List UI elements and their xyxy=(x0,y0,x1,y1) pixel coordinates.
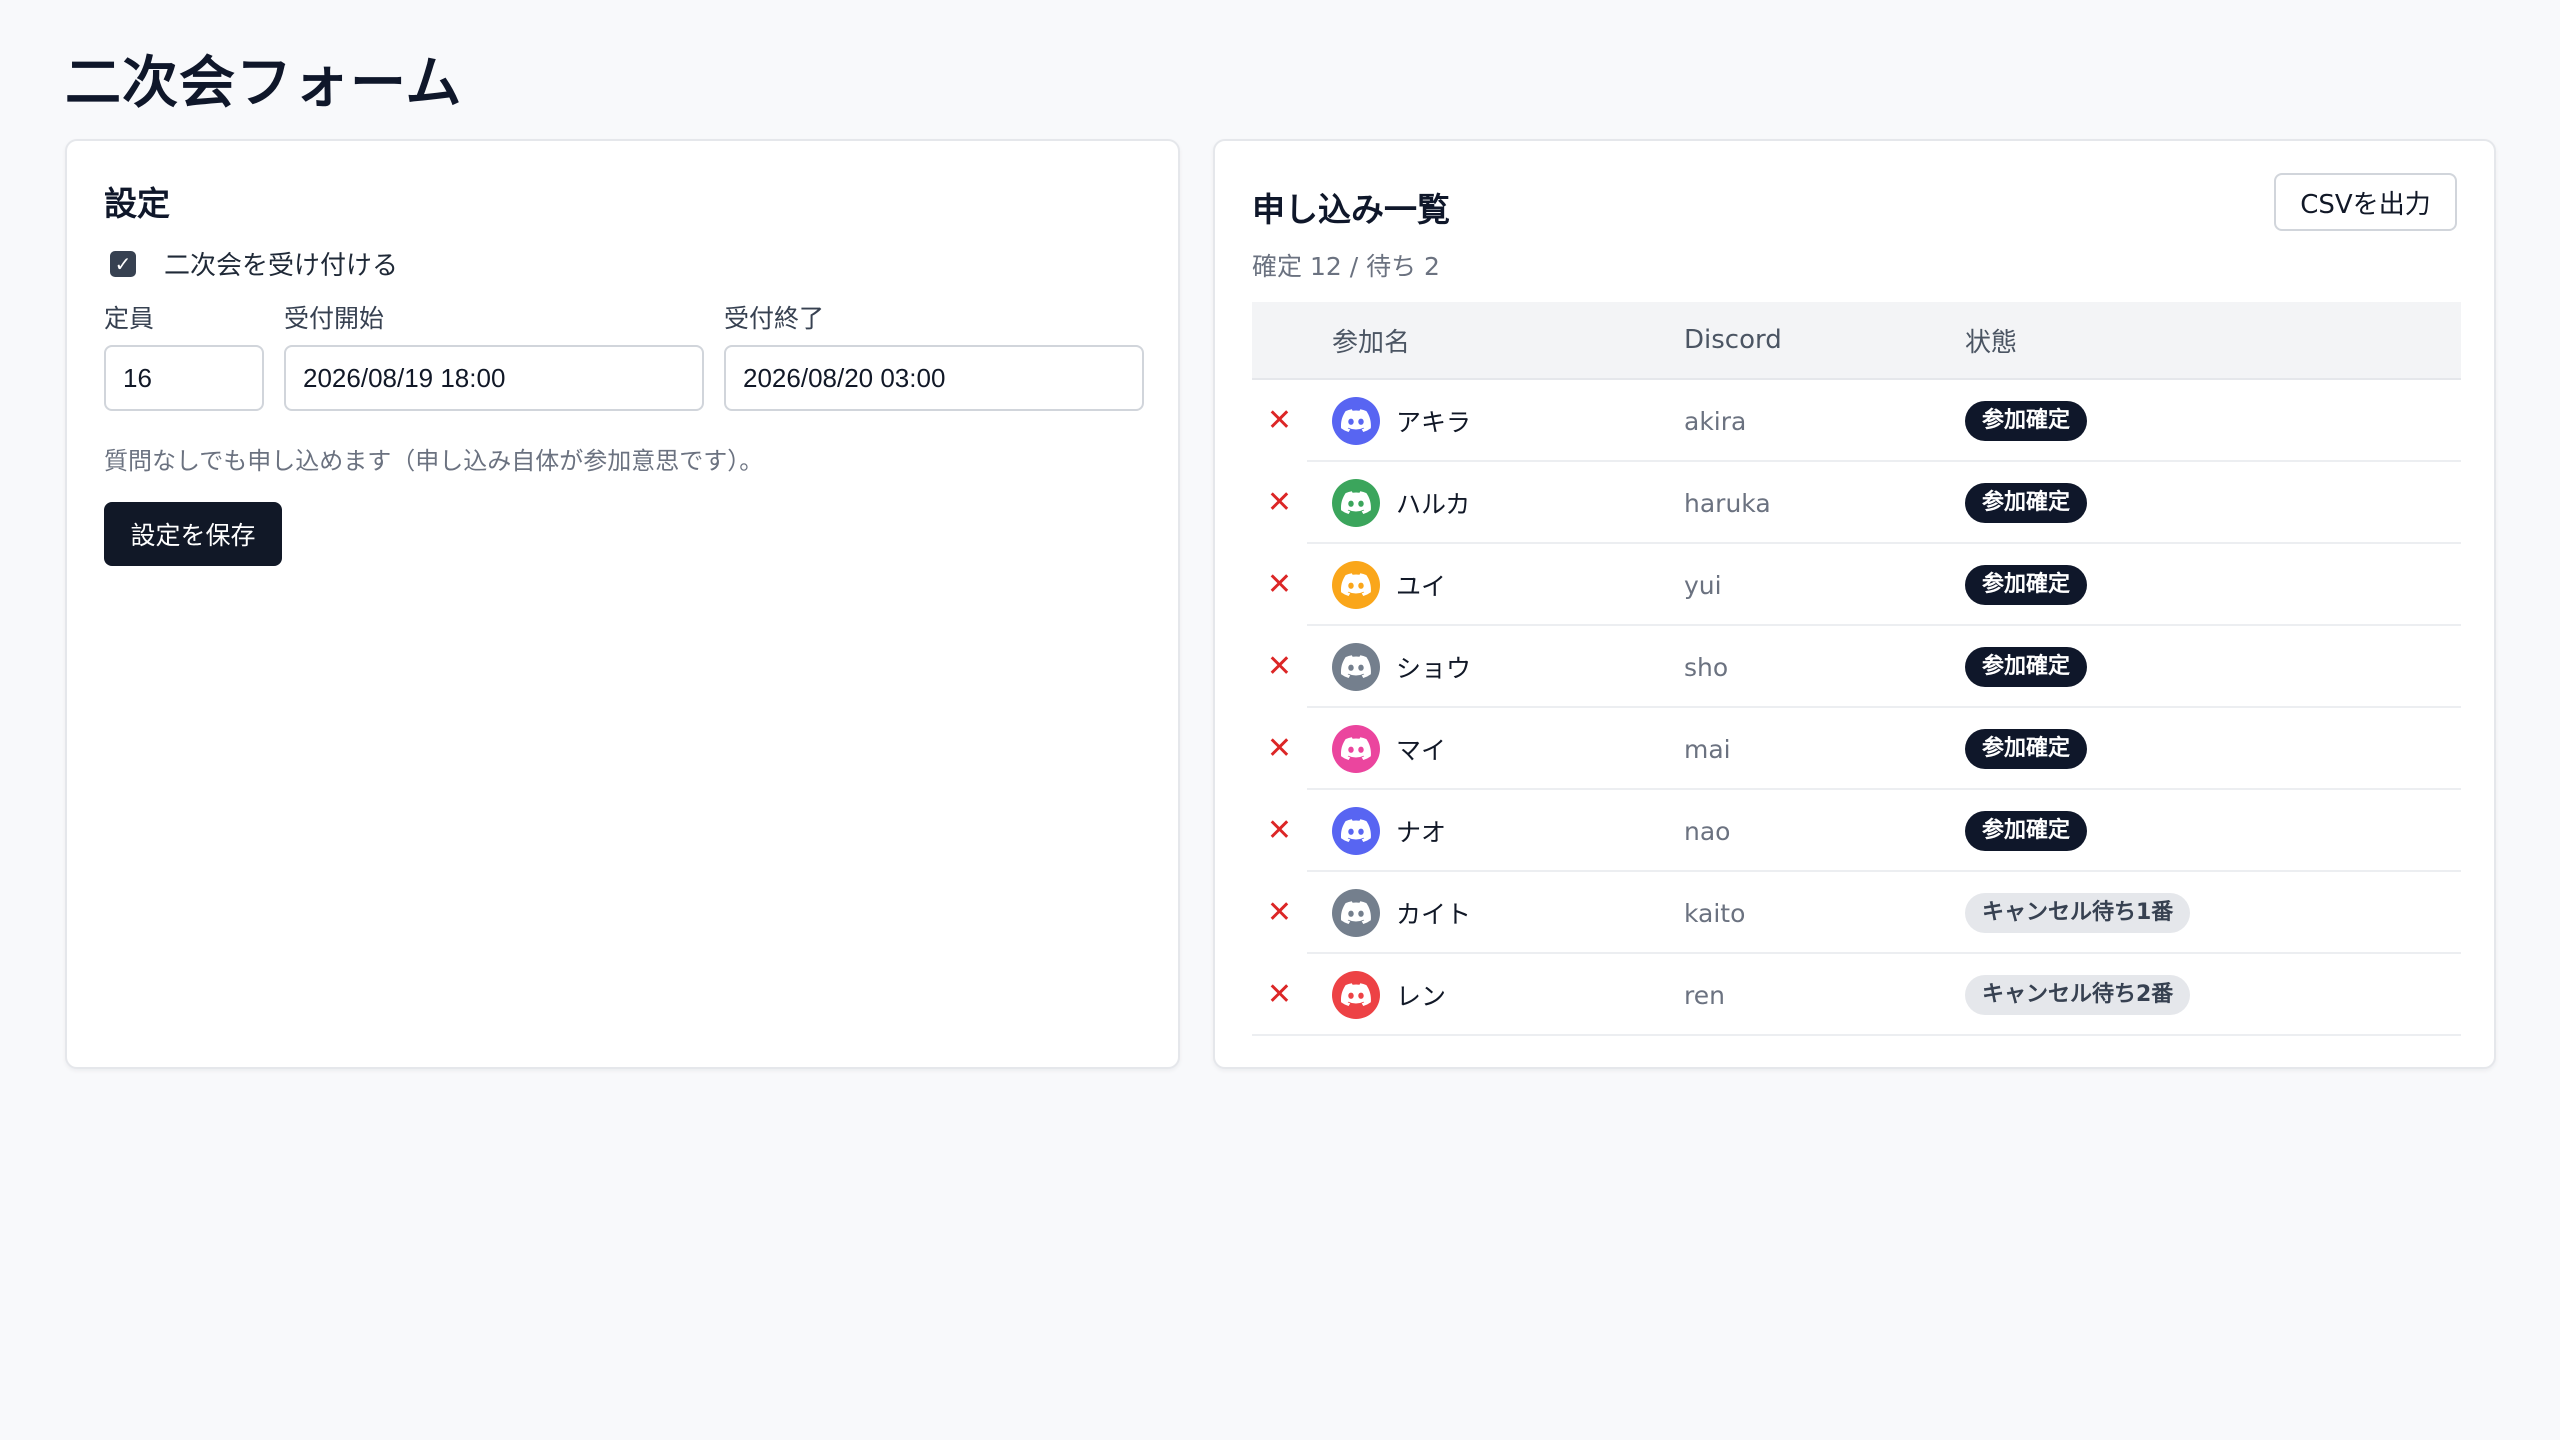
discord-handle: ren xyxy=(1684,980,1725,1010)
status-cell: 参加確定 xyxy=(1965,483,2088,523)
table-row: ✕ ハルカ haruka 参加確定 xyxy=(1252,462,2461,544)
status-cell: 参加確定 xyxy=(1965,811,2088,851)
end-input[interactable] xyxy=(724,345,1144,411)
save-settings-button[interactable]: 設定を保存 xyxy=(104,502,282,566)
accept-checkbox[interactable]: ✓ xyxy=(110,250,136,277)
status-badge: キャンセル待ち1番 xyxy=(1965,893,2191,933)
remove-icon[interactable]: ✕ xyxy=(1252,734,1307,764)
discord-icon xyxy=(1332,971,1380,1019)
discord-handle: sho xyxy=(1684,652,1729,682)
discord-logo xyxy=(1341,737,1371,760)
start-field-group: 受付開始 xyxy=(284,301,704,411)
table-row: ✕ レン ren キャンセル待ち2番 xyxy=(1252,954,2461,1036)
discord-logo xyxy=(1341,409,1371,432)
settings-card: 設定 ✓ 二次会を受け付ける 定員 受付開始 受付終了 質問なしでも申し込めます… xyxy=(65,139,1180,1069)
discord-handle: nao xyxy=(1684,816,1731,846)
participant-name: カイト xyxy=(1396,900,1472,929)
status-badge: 参加確定 xyxy=(1965,647,2088,687)
table-row: ✕ ユイ yui 参加確定 xyxy=(1252,544,2461,626)
status-badge: キャンセル待ち2番 xyxy=(1965,975,2191,1015)
status-cell: 参加確定 xyxy=(1965,565,2088,605)
participant-name: ナオ xyxy=(1396,818,1447,847)
discord-icon xyxy=(1332,643,1380,691)
check-icon: ✓ xyxy=(114,251,132,276)
discord-icon xyxy=(1332,889,1380,937)
accept-label: 二次会を受け付ける xyxy=(164,251,399,281)
start-input[interactable] xyxy=(284,345,704,411)
discord-icon xyxy=(1332,561,1380,609)
remove-icon[interactable]: ✕ xyxy=(1252,652,1307,682)
discord-logo xyxy=(1341,819,1371,842)
end-label: 受付終了 xyxy=(724,304,825,333)
end-field-group: 受付終了 xyxy=(724,301,1144,411)
discord-handle: yui xyxy=(1684,570,1722,600)
table-header: 参加名 Discord 状態 xyxy=(1252,302,2461,380)
status-cell: 参加確定 xyxy=(1965,729,2088,769)
discord-handle: haruka xyxy=(1684,488,1771,518)
capacity-input[interactable] xyxy=(104,345,264,411)
remove-icon[interactable]: ✕ xyxy=(1252,570,1307,600)
table-row: ✕ ナオ nao 参加確定 xyxy=(1252,790,2461,872)
participant-name: レン xyxy=(1396,982,1447,1011)
status-cell: キャンセル待ち2番 xyxy=(1965,975,2191,1015)
status-badge: 参加確定 xyxy=(1965,483,2088,523)
table-row: ✕ ショウ sho 参加確定 xyxy=(1252,626,2461,708)
remove-icon[interactable]: ✕ xyxy=(1252,406,1307,436)
participant-name: マイ xyxy=(1396,736,1447,765)
discord-icon xyxy=(1332,479,1380,527)
column-discord-header: Discord xyxy=(1684,325,1782,355)
status-cell: 参加確定 xyxy=(1965,401,2088,441)
discord-logo xyxy=(1341,983,1371,1006)
discord-handle: mai xyxy=(1684,734,1731,764)
table-body: ✕ アキラ akira 参加確定 ✕ ハルカ haruka 参加確定 ✕ ユイ … xyxy=(1252,380,2461,1036)
page: 二次会フォーム 設定 ✓ 二次会を受け付ける 定員 受付開始 受付終了 質問なし… xyxy=(0,0,2560,1440)
applications-table: 参加名 Discord 状態 ✕ アキラ akira 参加確定 ✕ ハルカ ha… xyxy=(1252,302,2461,1036)
discord-logo xyxy=(1341,573,1371,596)
discord-icon xyxy=(1332,397,1380,445)
applications-card: 申し込み一覧 CSVを出力 確定 12 / 待ち 2 参加名 Discord 状… xyxy=(1213,139,2496,1069)
discord-icon xyxy=(1332,807,1380,855)
remove-icon[interactable]: ✕ xyxy=(1252,488,1307,518)
status-cell: キャンセル待ち1番 xyxy=(1965,893,2191,933)
participant-name: ユイ xyxy=(1396,572,1447,601)
column-name-header: 参加名 xyxy=(1332,327,1411,358)
table-row: ✕ マイ mai 参加確定 xyxy=(1252,708,2461,790)
status-cell: 参加確定 xyxy=(1965,647,2088,687)
column-status-header: 状態 xyxy=(1965,327,2018,358)
applications-summary: 確定 12 / 待ち 2 xyxy=(1252,252,1440,281)
remove-icon[interactable]: ✕ xyxy=(1252,898,1307,928)
export-csv-button[interactable]: CSVを出力 xyxy=(2274,173,2457,231)
start-label: 受付開始 xyxy=(284,304,385,333)
table-row: ✕ カイト kaito キャンセル待ち1番 xyxy=(1252,872,2461,954)
remove-icon[interactable]: ✕ xyxy=(1252,816,1307,846)
discord-logo xyxy=(1341,491,1371,514)
capacity-field-group: 定員 xyxy=(104,301,264,411)
participant-name: ショウ xyxy=(1396,654,1472,683)
participant-name: ハルカ xyxy=(1396,490,1471,519)
applications-heading: 申し込み一覧 xyxy=(1252,190,1450,229)
page-title: 二次会フォーム xyxy=(65,51,463,116)
discord-logo xyxy=(1341,655,1371,678)
status-badge: 参加確定 xyxy=(1965,729,2088,769)
discord-handle: kaito xyxy=(1684,898,1746,928)
capacity-label: 定員 xyxy=(104,304,155,333)
status-badge: 参加確定 xyxy=(1965,565,2088,605)
participant-name: アキラ xyxy=(1396,408,1472,437)
status-badge: 参加確定 xyxy=(1965,811,2088,851)
discord-icon xyxy=(1332,725,1380,773)
status-badge: 参加確定 xyxy=(1965,401,2088,441)
settings-note: 質問なしでも申し込めます（申し込み自体が参加意思です）。 xyxy=(104,447,764,475)
discord-handle: akira xyxy=(1684,406,1747,436)
remove-icon[interactable]: ✕ xyxy=(1252,980,1307,1010)
accept-toggle[interactable]: ✓ 二次会を受け付ける xyxy=(110,245,398,282)
discord-logo xyxy=(1341,901,1371,924)
table-row: ✕ アキラ akira 参加確定 xyxy=(1252,380,2461,462)
settings-heading: 設定 xyxy=(104,184,170,223)
